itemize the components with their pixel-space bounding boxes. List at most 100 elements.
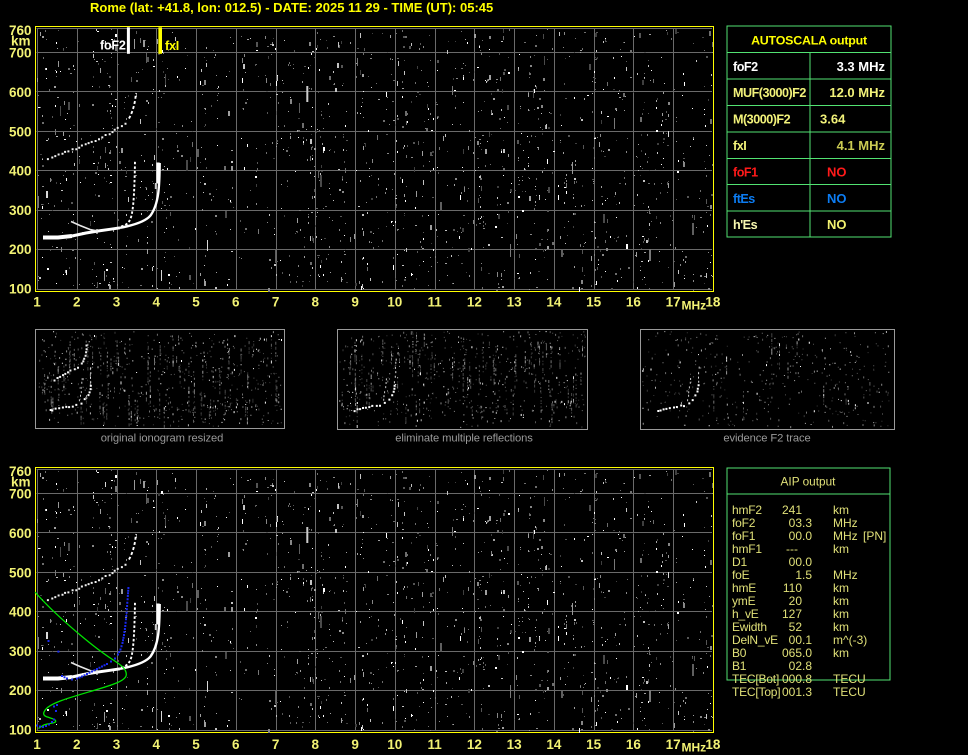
svg-text:3.3 MHz: 3.3 MHz [837,59,886,74]
svg-text:B1: B1 [732,659,747,673]
svg-text:13: 13 [507,294,523,309]
svg-text:11: 11 [427,737,442,752]
svg-text:TECU: TECU [833,685,866,699]
svg-text:DelN_vE: DelN_vE [732,633,778,647]
svg-text:9: 9 [351,737,359,752]
svg-text:00.0: 00.0 [789,555,813,569]
svg-text:NO: NO [827,191,847,206]
svg-text:km: km [833,503,849,517]
svg-text:5: 5 [192,737,200,752]
svg-text:fxI: fxI [165,39,179,53]
svg-text:13: 13 [507,737,523,752]
svg-text:TECU: TECU [833,672,866,686]
svg-text:500: 500 [9,565,32,580]
svg-text:8: 8 [312,737,320,752]
svg-text:NO: NO [827,164,847,179]
svg-text:127: 127 [782,607,802,621]
svg-text:4: 4 [153,294,161,309]
svg-text:600: 600 [9,85,32,100]
svg-text:7: 7 [272,294,280,309]
svg-text:evidence F2 trace: evidence F2 trace [723,433,810,445]
svg-text:2: 2 [73,294,81,309]
svg-text:300: 300 [9,203,32,218]
svg-text:3: 3 [113,294,121,309]
svg-text:MUF(3000)F2: MUF(3000)F2 [733,86,806,100]
svg-text:1: 1 [33,294,41,309]
svg-text:400: 400 [9,605,32,620]
svg-text:065.0: 065.0 [782,646,812,660]
svg-text:---: --- [786,542,798,556]
svg-text:11: 11 [427,294,442,309]
svg-text:9: 9 [351,294,359,309]
svg-text:4: 4 [153,737,161,752]
svg-text:foF1: foF1 [732,529,756,543]
svg-text:500: 500 [9,124,32,139]
svg-text:241: 241 [782,503,802,517]
svg-text:foF2: foF2 [732,516,756,530]
svg-text:h_vE: h_vE [732,607,759,621]
svg-text:6: 6 [232,737,240,752]
svg-text:7: 7 [272,737,280,752]
svg-text:h'Es: h'Es [733,218,758,232]
svg-text:MHz: MHz [833,516,858,530]
svg-text:400: 400 [9,164,32,179]
svg-text:10: 10 [387,737,402,752]
svg-text:m^(-3): m^(-3) [833,633,867,647]
svg-text:15: 15 [586,294,602,309]
svg-text:km: km [833,594,849,608]
svg-text:km: km [833,607,849,621]
svg-text:110: 110 [783,581,802,595]
svg-text:52: 52 [789,620,803,634]
svg-text:MHz: MHz [682,299,707,313]
svg-text:foE: foE [732,568,750,582]
svg-text:12: 12 [467,737,482,752]
svg-text:18: 18 [705,737,721,752]
svg-text:Rome (lat: +41.8, lon: 012.5): Rome (lat: +41.8, lon: 012.5) - DATE: 20… [90,0,493,15]
svg-text:14: 14 [546,294,562,309]
svg-text:MHz: MHz [833,529,858,543]
svg-text:300: 300 [9,644,32,659]
svg-text:km: km [833,646,849,660]
svg-text:ymE: ymE [732,594,756,608]
svg-text:001.3: 001.3 [782,685,812,699]
svg-text:foF2: foF2 [733,60,758,74]
svg-text:foF2: foF2 [100,39,126,53]
svg-text:000.8: 000.8 [782,672,812,686]
svg-text:fxI: fxI [733,139,746,153]
svg-text:km: km [833,581,849,595]
svg-text:200: 200 [9,242,32,257]
svg-text:AUTOSCALA output: AUTOSCALA output [751,34,867,48]
svg-text:km: km [833,542,849,556]
svg-text:foF1: foF1 [733,165,758,179]
svg-text:15: 15 [586,737,602,752]
svg-text:4.1 MHz: 4.1 MHz [837,138,886,153]
svg-text:km: km [11,34,31,49]
svg-text:NO: NO [827,217,847,232]
svg-text:12.0 MHz: 12.0 MHz [829,85,885,100]
svg-text:10: 10 [387,294,402,309]
svg-text:00.0: 00.0 [789,529,813,543]
svg-text:TEC[Bot]: TEC[Bot] [732,672,779,686]
svg-text:12: 12 [467,294,482,309]
svg-text:18: 18 [705,294,721,309]
svg-text:hmF2: hmF2 [732,503,762,517]
svg-text:3.64: 3.64 [820,112,846,127]
svg-text:MHz: MHz [682,740,707,754]
svg-text:5: 5 [192,294,200,309]
svg-text:03.3: 03.3 [789,516,813,530]
svg-text:17: 17 [666,737,681,752]
svg-text:eliminate multiple reflections: eliminate multiple reflections [395,433,533,445]
svg-text:100: 100 [9,722,32,737]
svg-text:16: 16 [626,737,642,752]
svg-text:1: 1 [33,737,41,752]
svg-text:hmF1: hmF1 [732,542,762,556]
svg-text:AIP output: AIP output [781,475,837,489]
svg-text:km: km [11,475,31,490]
svg-text:3: 3 [113,737,121,752]
svg-text:2: 2 [73,737,81,752]
svg-text:km: km [833,620,849,634]
svg-text:B0: B0 [732,646,747,660]
svg-text:02.8: 02.8 [789,659,813,673]
svg-text:M(3000)F2: M(3000)F2 [733,113,791,127]
svg-text:20: 20 [789,594,803,608]
